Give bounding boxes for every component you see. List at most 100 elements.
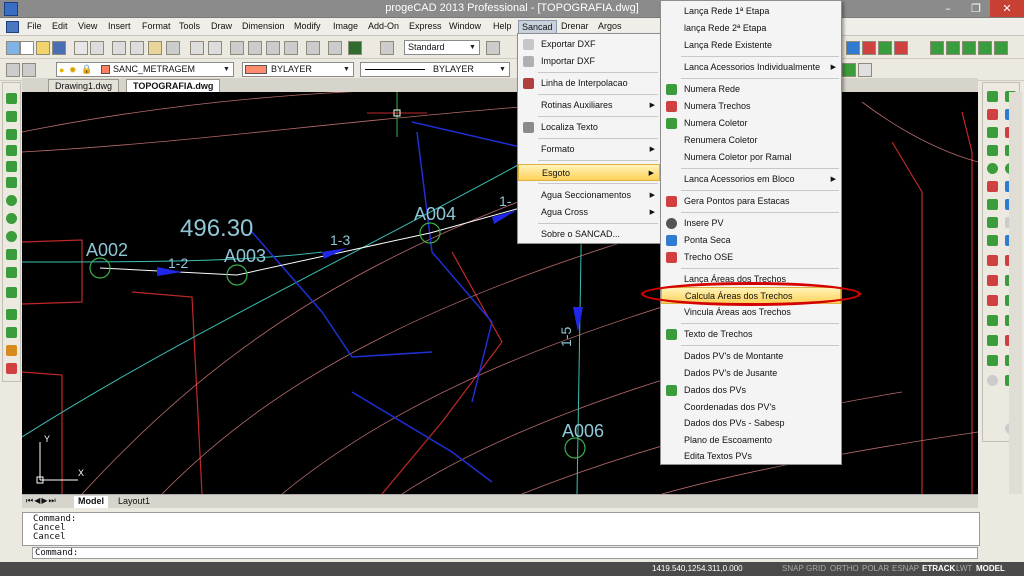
menu-add-on[interactable]: Add-On: [365, 20, 402, 34]
side-tool-icon[interactable]: [987, 315, 998, 326]
side-tool-icon[interactable]: [987, 335, 998, 346]
command-input[interactable]: Command:: [32, 547, 978, 559]
menu-help[interactable]: Help: [490, 20, 515, 34]
cross-2-icon[interactable]: [6, 177, 17, 188]
menu-sancad[interactable]: Sancad: [518, 20, 557, 34]
layers-icon[interactable]: [328, 41, 342, 55]
menu-item-dados-pvs-sabesp[interactable]: Dados dos PVs - Sabesp: [661, 415, 841, 432]
sancad-tool-9-icon[interactable]: [994, 41, 1008, 55]
linetype-select[interactable]: BYLAYER ▼: [360, 62, 510, 77]
minimize-button[interactable]: –: [935, 0, 961, 17]
arc-icon[interactable]: [6, 231, 17, 242]
help-icon[interactable]: [348, 41, 362, 55]
sancad-tool-8-icon[interactable]: [978, 41, 992, 55]
menu-item-dados-jusante[interactable]: Dados PV's de Jusante: [661, 365, 841, 382]
eraser-icon[interactable]: [6, 363, 17, 374]
side-tool-icon[interactable]: [987, 145, 998, 156]
cross-icon[interactable]: [6, 161, 17, 172]
side-tool-icon[interactable]: [987, 109, 998, 120]
sancad-tool-5-icon[interactable]: [930, 41, 944, 55]
close-button[interactable]: ✕: [990, 0, 1024, 17]
sancad-tool-6-icon[interactable]: [946, 41, 960, 55]
zoom-previous-icon[interactable]: [284, 41, 298, 55]
save-icon[interactable]: [52, 41, 66, 55]
layer-manager-icon[interactable]: [6, 63, 20, 77]
side-tool-icon[interactable]: [987, 217, 998, 228]
menu-item-coordenadas-pvs[interactable]: Coordenadas dos PV's: [661, 399, 841, 416]
lwt-toggle[interactable]: LWT: [956, 564, 972, 573]
menu-item-exportar-dxf[interactable]: Exportar DXF: [518, 36, 660, 53]
menu-item-sobre[interactable]: Sobre o SANCAD...: [518, 226, 660, 243]
zoom-icon[interactable]: [987, 375, 998, 386]
hatch-icon[interactable]: [6, 287, 17, 298]
menu-item-insere-pv[interactable]: Insere PV: [661, 215, 841, 232]
menu-window[interactable]: Window: [446, 20, 484, 34]
side-tool-icon[interactable]: [987, 163, 998, 174]
maximize-button[interactable]: ❐: [963, 0, 989, 17]
spline-icon[interactable]: [6, 249, 17, 260]
menu-express[interactable]: Express: [406, 20, 445, 34]
undo-icon[interactable]: [190, 41, 204, 55]
menu-item-vincula-areas[interactable]: Vincula Áreas aos Trechos: [661, 304, 841, 321]
open-file-icon[interactable]: [36, 41, 50, 55]
menu-argos[interactable]: Argos: [595, 20, 625, 34]
construction-line-icon[interactable]: [6, 145, 17, 156]
menu-item-agua-seccionamentos[interactable]: Agua Seccionamentos ▶: [518, 187, 660, 204]
side-tool-icon[interactable]: [987, 199, 998, 210]
block-icon[interactable]: [6, 327, 17, 338]
print-preview-icon[interactable]: [90, 41, 104, 55]
menu-item-trecho-ose[interactable]: Trecho OSE: [661, 249, 841, 266]
side-tool-icon[interactable]: [987, 91, 998, 102]
menu-item-numera-coletor[interactable]: Numera Coletor: [661, 115, 841, 132]
point-icon[interactable]: [6, 309, 17, 320]
esnap-toggle[interactable]: ESNAP: [892, 564, 919, 573]
menu-item-lanca-rede-existente[interactable]: Lança Rede Existente: [661, 37, 841, 54]
menu-item-numera-coletor-ramal[interactable]: Numera Coletor por Ramal: [661, 149, 841, 166]
side-tool-icon[interactable]: [987, 295, 998, 306]
new-file-icon[interactable]: [20, 41, 34, 55]
menu-item-importar-dxf[interactable]: Importar DXF: [518, 53, 660, 70]
menu-item-lanca-rede-2[interactable]: lança Rede 2ª Etapa: [661, 20, 841, 37]
layer-select[interactable]: ● ✹ 🔒 SANC_METRAGEM ▼: [56, 62, 234, 77]
tab-drawing1[interactable]: Drawing1.dwg: [48, 79, 120, 92]
pan-icon[interactable]: [230, 41, 244, 55]
menu-edit[interactable]: Edit: [49, 20, 71, 34]
menu-view[interactable]: View: [75, 20, 100, 34]
pen-icon[interactable]: [6, 345, 17, 356]
menu-item-renumera-coletor[interactable]: Renumera Coletor: [661, 132, 841, 149]
menu-tools[interactable]: Tools: [176, 20, 203, 34]
menu-item-dados-pvs[interactable]: Dados dos PVs: [661, 382, 841, 399]
copy-icon[interactable]: [130, 41, 144, 55]
sancad-tool-1-icon[interactable]: [846, 41, 860, 55]
line-icon[interactable]: [6, 93, 17, 104]
menu-item-localiza-texto[interactable]: Localiza Texto: [518, 119, 660, 136]
sancad-tool-2-icon[interactable]: [862, 41, 876, 55]
properties-icon[interactable]: [306, 41, 320, 55]
side-tool-icon[interactable]: [987, 235, 998, 246]
tab-layout1[interactable]: Layout1: [114, 496, 154, 508]
menu-item-dados-montante[interactable]: Dados PV's de Montante: [661, 348, 841, 365]
sancad-tool-3-icon[interactable]: [878, 41, 892, 55]
vertical-scrollbar[interactable]: [1009, 92, 1022, 494]
side-tool-icon[interactable]: [987, 127, 998, 138]
polyline-icon[interactable]: [6, 111, 17, 122]
tab-model[interactable]: Model: [74, 496, 108, 508]
menu-item-linha-interpolacao[interactable]: Linha de Interpolacao: [518, 75, 660, 92]
polar-toggle[interactable]: POLAR: [862, 564, 889, 573]
snap-toggle[interactable]: SNAP: [782, 564, 804, 573]
ortho-toggle[interactable]: ORTHO: [830, 564, 859, 573]
print-icon[interactable]: [74, 41, 88, 55]
side-tool-icon[interactable]: [987, 355, 998, 366]
menu-item-edita-textos-pvs[interactable]: Edita Textos PVs: [661, 448, 841, 465]
layer-previous-icon[interactable]: [22, 63, 36, 77]
menu-drenar[interactable]: Drenar: [558, 20, 592, 34]
document-icon[interactable]: [6, 21, 19, 33]
menu-item-formato[interactable]: Formato ▶: [518, 141, 660, 158]
grid-toggle[interactable]: GRID: [806, 564, 826, 573]
menu-item-acessorios-bloco[interactable]: Lanca Acessorios em Bloco ▶: [661, 171, 841, 188]
text-style-select[interactable]: Standard ▼: [404, 40, 480, 55]
menu-item-agua-cross[interactable]: Agua Cross ▶: [518, 204, 660, 221]
color-select[interactable]: BYLAYER ▼: [242, 62, 354, 77]
zoom-realtime-icon[interactable]: [248, 41, 262, 55]
match-properties-icon[interactable]: [166, 41, 180, 55]
